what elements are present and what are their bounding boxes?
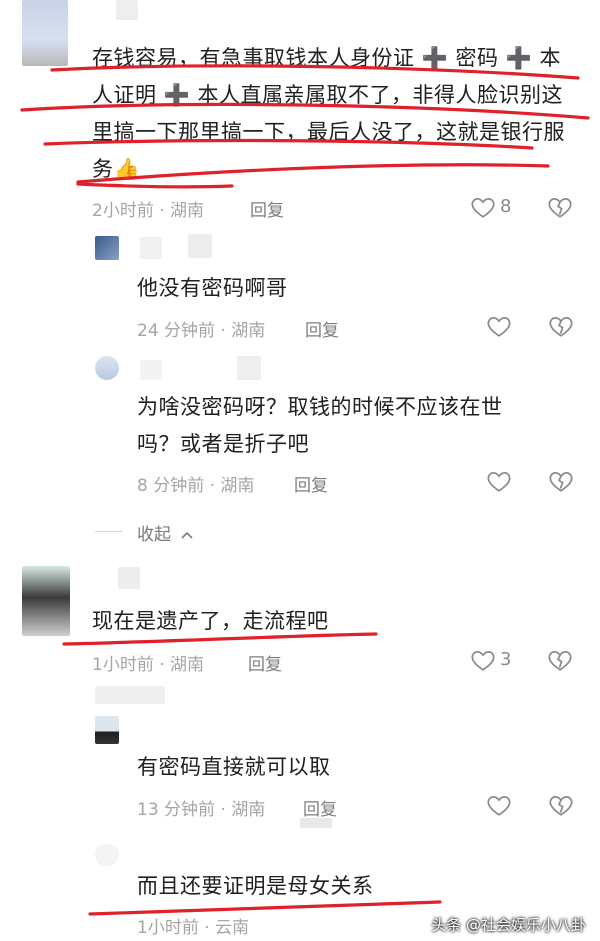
avatar[interactable] (95, 844, 119, 866)
avatar[interactable] (95, 716, 119, 744)
collapse-divider (95, 531, 123, 532)
heart-icon[interactable] (486, 468, 512, 494)
avatar[interactable] (22, 566, 70, 636)
comment-text: 他没有密码啊哥 (137, 276, 288, 300)
comment-time-location: 13 分钟前 · 湖南 (137, 800, 266, 820)
broken-heart-icon[interactable] (548, 313, 574, 339)
reply-button[interactable]: 回复 (303, 795, 337, 820)
reply-button[interactable]: 回复 (294, 471, 328, 496)
like-count: 3 (500, 649, 512, 670)
username-blurred[interactable] (140, 360, 162, 380)
comment-text: 为啥没密码呀？取钱的时候不应该在世吗？或者是折子吧 (137, 395, 503, 456)
username-blurred[interactable] (116, 0, 138, 20)
heart-icon[interactable] (486, 792, 512, 818)
heart-icon[interactable] (470, 194, 496, 220)
username-blurred[interactable] (118, 567, 140, 589)
collapse-button[interactable]: 收起 (137, 520, 194, 545)
heart-icon[interactable] (470, 647, 496, 673)
reply-button[interactable]: 回复 (305, 316, 339, 341)
broken-heart-icon[interactable] (547, 194, 573, 220)
avatar[interactable] (95, 356, 119, 380)
username-blurred[interactable] (188, 234, 212, 258)
username-blurred[interactable] (140, 237, 162, 259)
broken-heart-icon[interactable] (547, 647, 573, 673)
comment-time-location: 1小时前 · 云南 (137, 918, 250, 938)
chevron-up-icon (181, 531, 193, 539)
broken-heart-icon[interactable] (548, 792, 574, 818)
like-count: 8 (500, 196, 512, 217)
username-blurred[interactable] (95, 686, 165, 704)
comment-text: 有密码直接就可以取 (137, 755, 331, 779)
comment-text: 现在是遗产了，走流程吧 (92, 609, 329, 633)
reply-button[interactable]: 回复 (248, 650, 282, 675)
redacted-block (300, 818, 332, 828)
reply-button[interactable]: 回复 (250, 196, 284, 221)
avatar[interactable] (95, 236, 119, 260)
heart-icon[interactable] (486, 313, 512, 339)
broken-heart-icon[interactable] (548, 468, 574, 494)
collapse-label: 收起 (137, 525, 171, 545)
comment-time-location: 1小时前 · 湖南 (92, 655, 205, 675)
comment-text: 而且还要证明是母女关系 (137, 874, 374, 898)
comment-text: 存钱容易，有急事取钱本人身份证 ➕ 密码 ➕ 本人证明 ➕ 本人直属亲属取不了，… (92, 46, 565, 181)
comment-time-location: 2小时前 · 湖南 (92, 201, 205, 221)
avatar[interactable] (22, 0, 68, 66)
watermark: 头条 @社会娱乐小八卦 (431, 916, 586, 934)
username-blurred[interactable] (237, 356, 261, 380)
comment-time-location: 24 分钟前 · 湖南 (137, 321, 266, 341)
comment-time-location: 8 分钟前 · 湖南 (137, 476, 255, 496)
